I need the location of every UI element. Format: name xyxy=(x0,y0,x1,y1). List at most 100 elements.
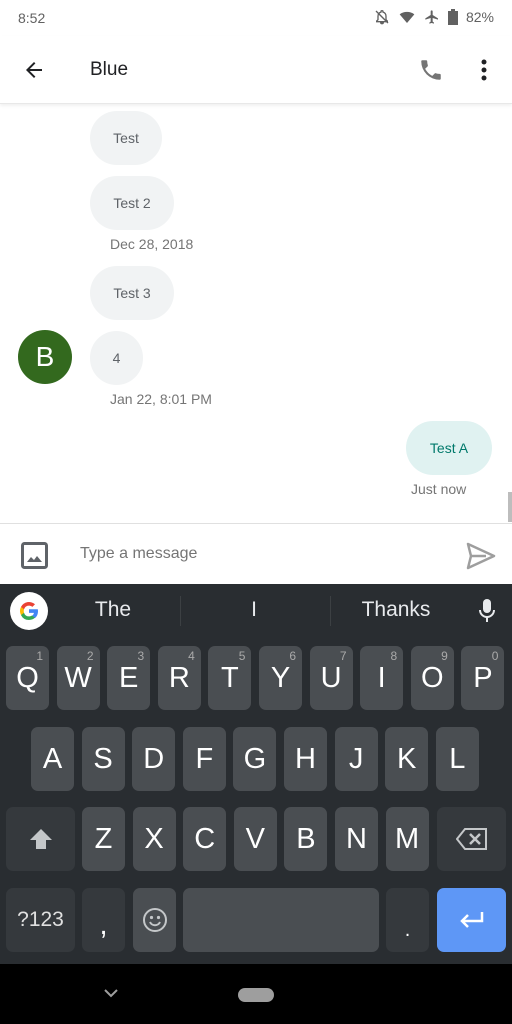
emoji-key[interactable] xyxy=(133,888,176,952)
key-label: Y xyxy=(270,661,291,694)
key-label: N xyxy=(346,822,367,855)
key-i[interactable]: I8 xyxy=(360,646,404,710)
suggestion-word[interactable]: The xyxy=(53,598,173,622)
message-input[interactable] xyxy=(80,545,440,563)
battery-percent: 82% xyxy=(465,9,494,25)
key-b[interactable]: B xyxy=(284,807,328,871)
image-icon[interactable] xyxy=(21,542,48,569)
comma-key[interactable]: , xyxy=(82,888,125,952)
key-c[interactable]: C xyxy=(183,807,227,871)
key-w[interactable]: W2 xyxy=(56,646,100,710)
divider xyxy=(330,596,331,626)
key-label: , xyxy=(99,909,108,941)
key-d[interactable]: D xyxy=(132,727,176,791)
key-s[interactable]: S xyxy=(81,727,125,791)
wifi-icon xyxy=(399,11,415,23)
key-label: M xyxy=(395,822,420,855)
key-hint: 8 xyxy=(390,649,398,663)
key-label: D xyxy=(143,742,165,775)
key-p[interactable]: P0 xyxy=(461,646,505,710)
app-bar: Blue xyxy=(0,36,512,104)
key-t[interactable]: T5 xyxy=(208,646,252,710)
key-j[interactable]: J xyxy=(334,727,378,791)
home-pill[interactable] xyxy=(238,988,274,1002)
key-label: Z xyxy=(94,822,113,855)
status-time: 8:52 xyxy=(18,10,46,26)
message-bubble[interactable]: Test 2 xyxy=(90,176,174,230)
key-label: K xyxy=(397,742,417,775)
status-bar: 8:52 82% xyxy=(0,0,512,36)
period-key[interactable]: . xyxy=(386,888,429,952)
key-label: S xyxy=(93,742,113,775)
chevron-down-icon[interactable] xyxy=(104,988,118,998)
arrow-back-icon[interactable] xyxy=(22,58,46,82)
key-r[interactable]: R4 xyxy=(157,646,201,710)
message-bubble[interactable]: Test 3 xyxy=(90,266,174,320)
send-icon[interactable] xyxy=(466,542,496,570)
key-label: H xyxy=(295,742,316,775)
battery-icon xyxy=(447,9,458,25)
key-label: J xyxy=(348,742,364,775)
navigation-bar xyxy=(0,964,512,1024)
divider xyxy=(180,596,181,626)
key-g[interactable]: G xyxy=(233,727,277,791)
enter-icon xyxy=(459,912,483,928)
keyboard: The I Thanks Q1W2E3R4T5Y6U7I8O9P0ASDFGHJ… xyxy=(0,584,512,964)
key-v[interactable]: V xyxy=(233,807,277,871)
suggestion-strip: The I Thanks xyxy=(0,584,512,638)
message-status: Just now xyxy=(411,481,467,497)
suggestion-word[interactable]: Thanks xyxy=(336,598,456,622)
key-f[interactable]: F xyxy=(182,727,226,791)
key-u[interactable]: U7 xyxy=(309,646,353,710)
emoji-icon xyxy=(142,908,167,932)
key-label: Q xyxy=(16,661,39,694)
message-timestamp: Dec 28, 2018 xyxy=(110,236,194,252)
google-icon[interactable] xyxy=(10,592,48,630)
key-y[interactable]: Y6 xyxy=(259,646,302,710)
key-x[interactable]: X xyxy=(132,807,176,871)
message-bubble[interactable]: 4 xyxy=(90,331,143,385)
key-label: X xyxy=(144,822,164,855)
suggestion-word[interactable]: I xyxy=(194,598,314,622)
key-label: O xyxy=(421,661,444,694)
key-label: I xyxy=(377,661,386,694)
key-o[interactable]: O9 xyxy=(410,646,454,710)
key-label: R xyxy=(168,661,190,694)
key-hint: 9 xyxy=(441,649,448,663)
airplane-mode-icon xyxy=(425,10,438,24)
message-bubble[interactable]: Test xyxy=(90,111,162,165)
key-z[interactable]: Z xyxy=(82,807,125,871)
key-label: G xyxy=(243,742,267,775)
key-k[interactable]: K xyxy=(385,727,429,791)
space-key[interactable] xyxy=(183,888,379,952)
message-text: 4 xyxy=(112,350,121,366)
message-timestamp: Jan 22, 8:01 PM xyxy=(110,391,212,407)
outgoing-message-bubble[interactable]: Test A xyxy=(406,421,492,475)
scrollbar[interactable] xyxy=(508,492,512,522)
key-hint: 3 xyxy=(137,649,145,663)
key-a[interactable]: A xyxy=(31,727,74,791)
phone-icon[interactable] xyxy=(418,57,444,83)
more-vert-icon[interactable] xyxy=(474,57,494,83)
key-q[interactable]: Q1 xyxy=(6,646,49,710)
key-label: ?123 xyxy=(17,908,64,931)
key-e[interactable]: E3 xyxy=(107,646,151,710)
key-label: U xyxy=(320,661,342,694)
enter-key[interactable] xyxy=(437,888,506,952)
key-l[interactable]: L xyxy=(435,727,479,791)
message-text: Test xyxy=(113,130,139,146)
message-text: Test 2 xyxy=(113,195,151,211)
microphone-icon[interactable] xyxy=(478,598,496,624)
backspace-key[interactable] xyxy=(437,807,506,871)
key-label: V xyxy=(245,822,265,855)
key-n[interactable]: N xyxy=(335,807,378,871)
key-h[interactable]: H xyxy=(284,727,327,791)
key-label: A xyxy=(42,742,63,775)
shift-key[interactable] xyxy=(6,807,75,871)
key-m[interactable]: M xyxy=(385,807,429,871)
avatar[interactable]: B xyxy=(18,330,72,384)
symbols-key[interactable]: ?123 xyxy=(6,888,75,952)
key-label: E xyxy=(119,661,139,694)
key-label: B xyxy=(296,822,316,855)
compose-bar xyxy=(0,523,512,584)
